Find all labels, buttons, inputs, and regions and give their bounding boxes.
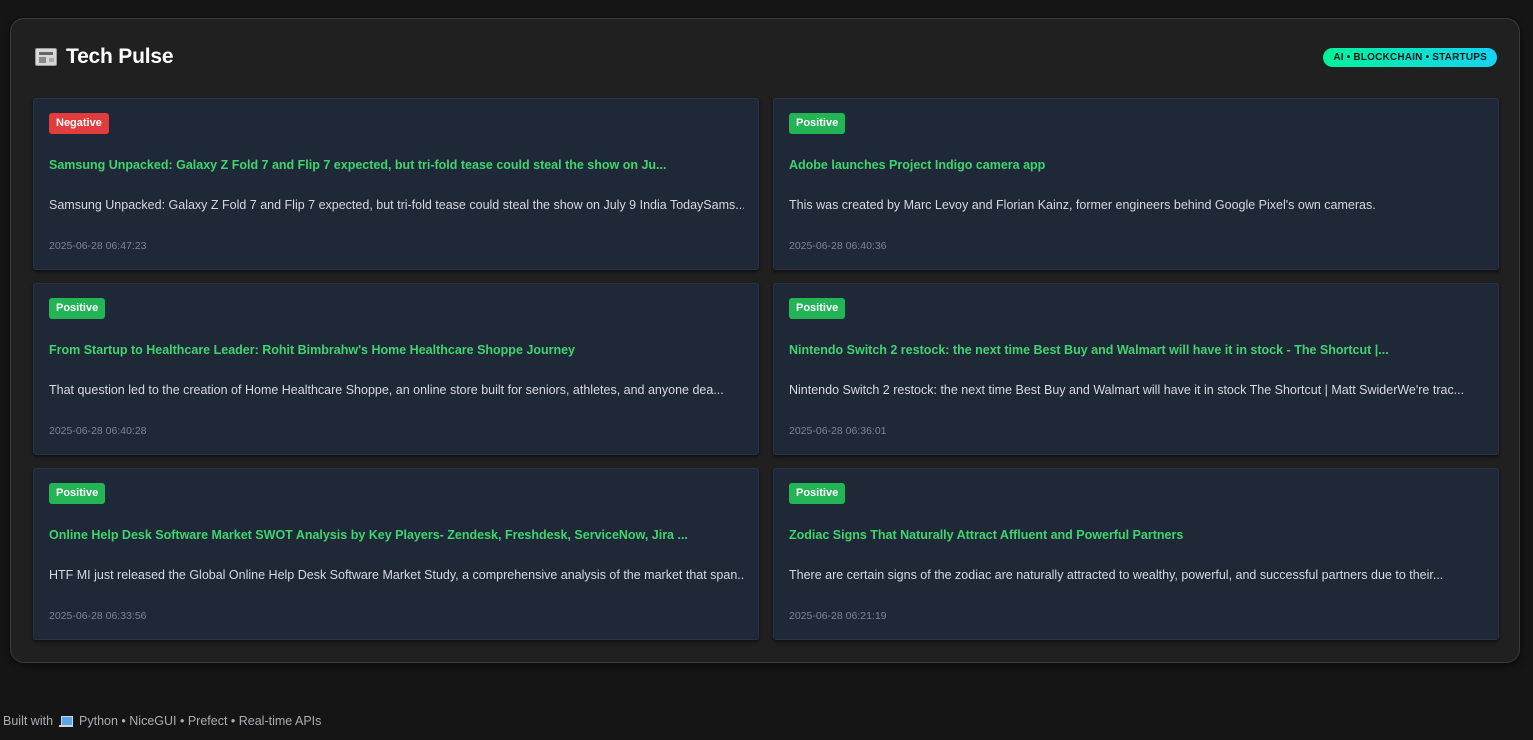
article-timestamp: 2025-06-28 06:21:19 bbox=[789, 610, 887, 622]
footer: Built with Python • NiceGUI • Prefect • … bbox=[3, 714, 321, 728]
article-card[interactable]: Positive Online Help Desk Software Marke… bbox=[33, 468, 759, 640]
sentiment-badge: Negative bbox=[49, 113, 109, 134]
article-summary: HTF MI just released the Global Online H… bbox=[49, 568, 744, 582]
newspaper-icon bbox=[35, 48, 57, 66]
panel-header: Tech Pulse AI • BLOCKCHAIN • STARTUPS bbox=[35, 43, 1497, 71]
article-card[interactable]: Positive Adobe launches Project Indigo c… bbox=[773, 98, 1499, 270]
article-card[interactable]: Positive From Startup to Healthcare Lead… bbox=[33, 283, 759, 455]
article-timestamp: 2025-06-28 06:36:01 bbox=[789, 425, 887, 437]
article-title[interactable]: Nintendo Switch 2 restock: the next time… bbox=[789, 343, 1484, 357]
article-summary: This was created by Marc Levoy and Flori… bbox=[789, 198, 1376, 212]
sentiment-badge: Positive bbox=[49, 483, 106, 504]
article-title[interactable]: From Startup to Healthcare Leader: Rohit… bbox=[49, 343, 744, 357]
article-card[interactable]: Negative Samsung Unpacked: Galaxy Z Fold… bbox=[33, 98, 759, 270]
article-timestamp: 2025-06-28 06:33:56 bbox=[49, 610, 147, 622]
app-title: Tech Pulse bbox=[66, 45, 174, 68]
title-group: Tech Pulse bbox=[35, 45, 174, 69]
article-timestamp: 2025-06-28 06:40:36 bbox=[789, 240, 887, 252]
laptop-icon bbox=[59, 715, 74, 727]
sentiment-badge: Positive bbox=[789, 483, 846, 504]
topics-badge: AI • BLOCKCHAIN • STARTUPS bbox=[1323, 47, 1497, 67]
article-timestamp: 2025-06-28 06:40:28 bbox=[49, 425, 147, 437]
article-card[interactable]: Positive Nintendo Switch 2 restock: the … bbox=[773, 283, 1499, 455]
article-grid: Negative Samsung Unpacked: Galaxy Z Fold… bbox=[33, 98, 1499, 640]
article-summary: There are certain signs of the zodiac ar… bbox=[789, 568, 1444, 582]
article-title[interactable]: Zodiac Signs That Naturally Attract Affl… bbox=[789, 528, 1484, 542]
news-panel: Tech Pulse AI • BLOCKCHAIN • STARTUPS Ne… bbox=[10, 18, 1520, 663]
footer-prefix: Built with bbox=[3, 714, 54, 728]
article-summary: That question led to the creation of Hom… bbox=[49, 383, 724, 397]
article-summary: Nintendo Switch 2 restock: the next time… bbox=[789, 383, 1465, 397]
sentiment-badge: Positive bbox=[49, 298, 106, 319]
sentiment-badge: Positive bbox=[789, 113, 846, 134]
footer-tech-stack: Python • NiceGUI • Prefect • Real-time A… bbox=[79, 714, 322, 728]
article-title[interactable]: Online Help Desk Software Market SWOT An… bbox=[49, 528, 744, 542]
sentiment-badge: Positive bbox=[789, 298, 846, 319]
article-timestamp: 2025-06-28 06:47:23 bbox=[49, 240, 147, 252]
article-title[interactable]: Adobe launches Project Indigo camera app bbox=[789, 158, 1484, 172]
article-summary: Samsung Unpacked: Galaxy Z Fold 7 and Fl… bbox=[49, 198, 744, 212]
article-card[interactable]: Positive Zodiac Signs That Naturally Att… bbox=[773, 468, 1499, 640]
article-title[interactable]: Samsung Unpacked: Galaxy Z Fold 7 and Fl… bbox=[49, 158, 744, 172]
